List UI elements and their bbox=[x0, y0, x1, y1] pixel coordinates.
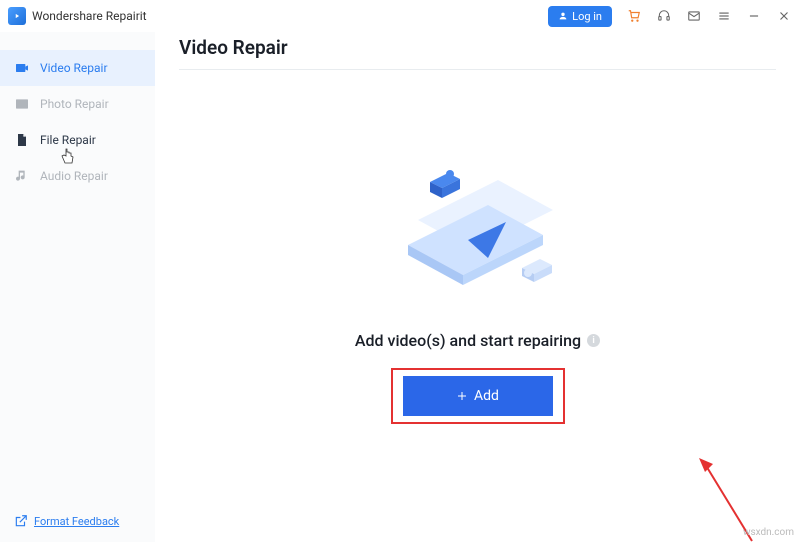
video-illustration bbox=[378, 155, 578, 305]
sidebar-item-label: Audio Repair bbox=[40, 169, 108, 183]
sidebar-item-label: Photo Repair bbox=[40, 97, 109, 111]
sidebar-item-label: File Repair bbox=[40, 133, 96, 147]
sidebar: Video Repair Photo Repair File Repair Au… bbox=[0, 32, 155, 542]
audio-icon bbox=[14, 168, 30, 184]
menu-icon[interactable] bbox=[716, 8, 732, 24]
sidebar-item-video-repair[interactable]: Video Repair bbox=[0, 50, 155, 86]
add-button[interactable]: Add bbox=[403, 376, 553, 416]
format-feedback-link[interactable]: Format Feedback bbox=[14, 514, 141, 528]
feedback-icon bbox=[14, 514, 28, 528]
file-icon bbox=[14, 132, 30, 148]
add-button-highlight: Add bbox=[391, 368, 565, 424]
sidebar-item-audio-repair[interactable]: Audio Repair bbox=[0, 158, 155, 194]
app-brand: Wondershare Repairit bbox=[8, 7, 147, 25]
watermark: wsxdn.com bbox=[743, 527, 794, 538]
photo-icon bbox=[14, 96, 30, 112]
add-label: Add bbox=[474, 388, 499, 404]
sidebar-item-file-repair[interactable]: File Repair bbox=[0, 122, 155, 158]
empty-state: Add video(s) and start repairing i Add bbox=[179, 70, 776, 424]
headset-icon[interactable] bbox=[656, 8, 672, 24]
info-icon[interactable]: i bbox=[587, 334, 600, 347]
app-name: Wondershare Repairit bbox=[32, 9, 147, 23]
sidebar-item-label: Video Repair bbox=[40, 61, 108, 75]
plus-icon bbox=[456, 390, 468, 402]
sidebar-item-photo-repair[interactable]: Photo Repair bbox=[0, 86, 155, 122]
feedback-label: Format Feedback bbox=[34, 515, 119, 528]
user-icon bbox=[558, 11, 568, 21]
app-logo-icon bbox=[8, 7, 26, 25]
cart-icon[interactable] bbox=[626, 8, 642, 24]
video-icon bbox=[14, 60, 30, 76]
page-title: Video Repair bbox=[179, 36, 776, 59]
mail-icon[interactable] bbox=[686, 8, 702, 24]
hint-text: Add video(s) and start repairing bbox=[355, 331, 581, 350]
titlebar-controls: Log in bbox=[548, 6, 792, 27]
close-icon[interactable] bbox=[776, 8, 792, 24]
minimize-icon[interactable] bbox=[746, 8, 762, 24]
login-button[interactable]: Log in bbox=[548, 6, 612, 27]
login-label: Log in bbox=[572, 10, 602, 23]
titlebar: Wondershare Repairit Log in bbox=[0, 0, 800, 32]
main-content: Video Repair bbox=[155, 32, 800, 542]
